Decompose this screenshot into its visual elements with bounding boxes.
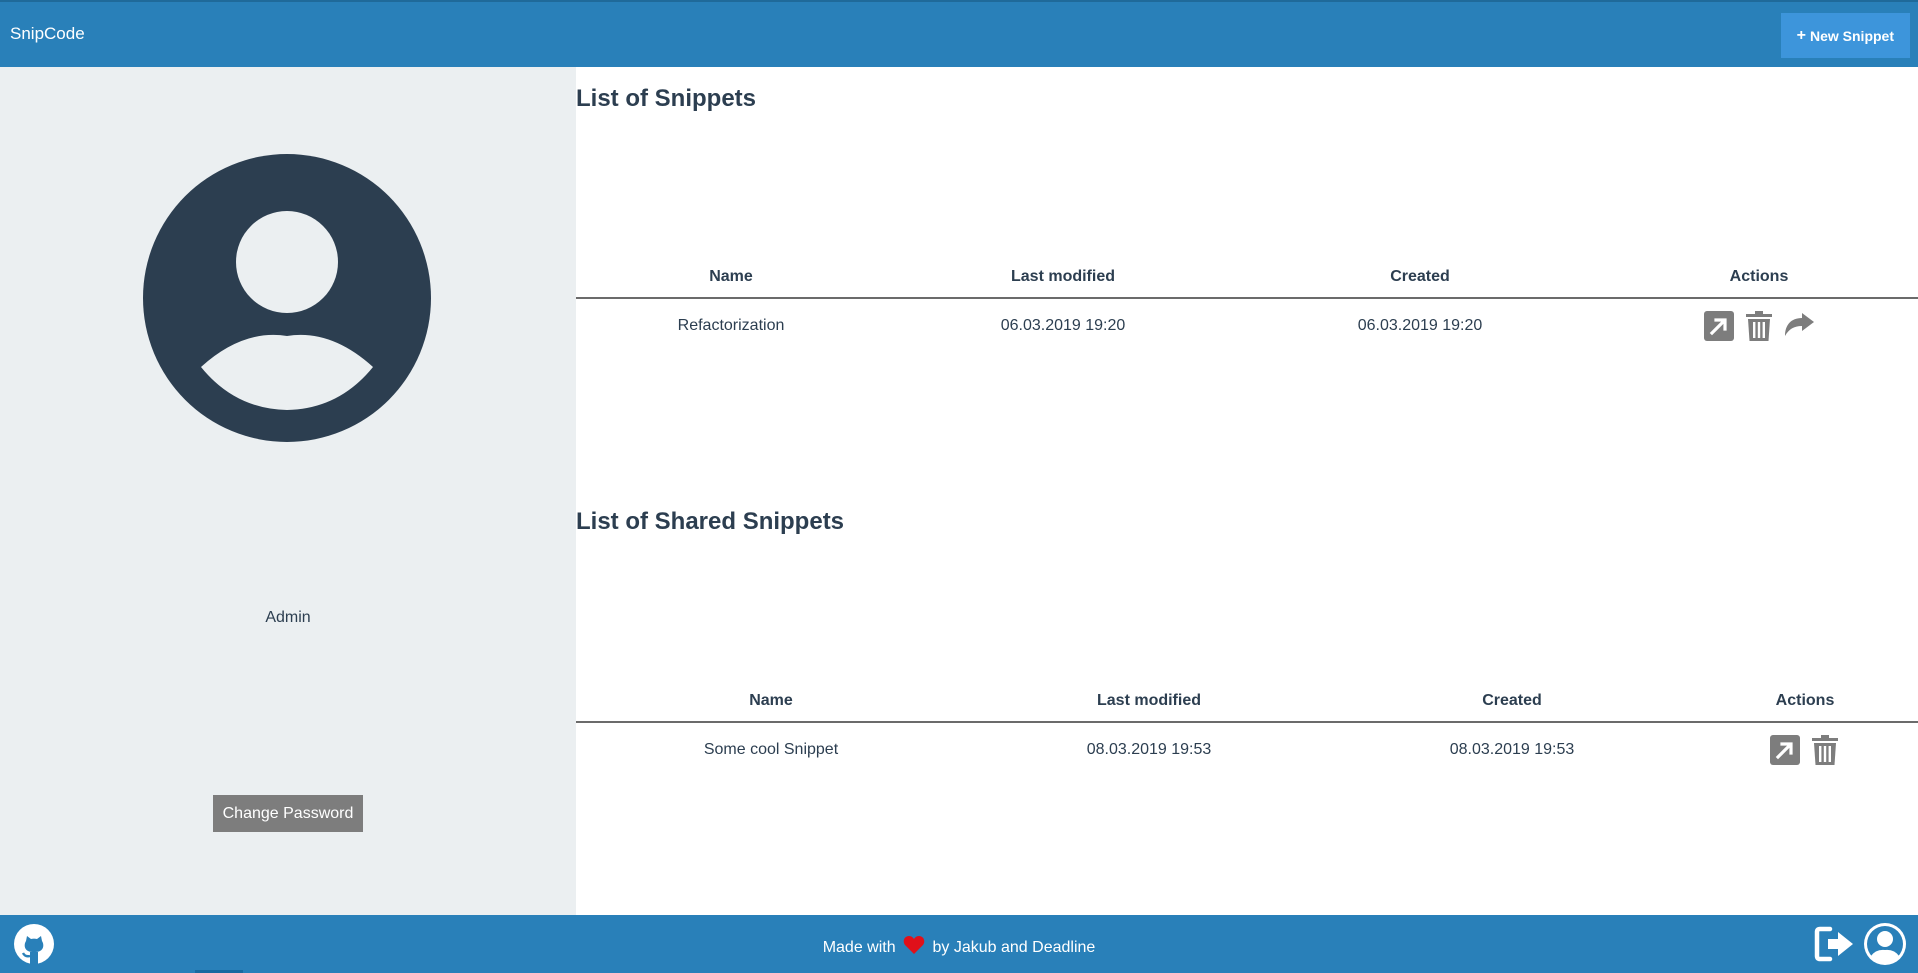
made-with-text: Made with xyxy=(822,939,896,956)
footer-credit: Made with by Jakub and Deadline xyxy=(0,935,1918,957)
shared-snippets-title: List of Shared Snippets xyxy=(576,508,845,535)
trash-icon[interactable] xyxy=(1743,310,1775,342)
plus-icon: + xyxy=(1796,26,1806,44)
snippet-last-modified: 08.03.2019 19:53 xyxy=(1086,741,1212,758)
avatar-icon xyxy=(143,154,431,442)
row-actions xyxy=(1769,734,1841,766)
change-password-button[interactable]: Change Password xyxy=(213,795,363,832)
by-authors-text: by Jakub and Deadline xyxy=(932,939,1096,956)
snippet-name[interactable]: Refactorization xyxy=(678,317,785,335)
snippet-created: 06.03.2019 19:20 xyxy=(1357,317,1483,334)
column-header-last-modified[interactable]: Last modified xyxy=(1011,268,1115,286)
profile-sidebar: Admin Change Password xyxy=(0,67,576,915)
username-label: Admin xyxy=(265,609,311,626)
shared-snippets-table: Name Last modified Created Actions Some … xyxy=(576,686,1918,778)
trash-icon[interactable] xyxy=(1809,734,1841,766)
column-header-created[interactable]: Created xyxy=(1390,268,1450,286)
brand-logo-text[interactable]: SnipCode xyxy=(10,24,85,44)
open-icon[interactable] xyxy=(1703,310,1735,342)
share-icon[interactable] xyxy=(1783,310,1815,342)
column-header-actions: Actions xyxy=(1729,268,1789,285)
column-header-name[interactable]: Name xyxy=(749,692,793,710)
heart-icon xyxy=(903,936,925,954)
table-row: Some cool Snippet 08.03.2019 19:53 08.03… xyxy=(576,723,1918,778)
open-icon[interactable] xyxy=(1769,734,1801,766)
main-content: List of Snippets Name Last modified Crea… xyxy=(576,67,1918,915)
column-header-actions: Actions xyxy=(1775,692,1835,709)
user-icon[interactable] xyxy=(1864,923,1906,965)
new-snippet-button[interactable]: + New Snippet xyxy=(1780,13,1910,58)
snippet-last-modified: 06.03.2019 19:20 xyxy=(1000,317,1126,334)
footer-bar: Made with by Jakub and Deadline xyxy=(0,915,1918,973)
logout-icon[interactable] xyxy=(1814,924,1856,964)
table-header: Name Last modified Created Actions xyxy=(576,262,1918,299)
table-header: Name Last modified Created Actions xyxy=(576,686,1918,723)
table-row: Refactorization 06.03.2019 19:20 06.03.2… xyxy=(576,299,1918,354)
snippets-title: List of Snippets xyxy=(576,85,756,112)
top-navbar: SnipCode + New Snippet xyxy=(0,0,1918,67)
column-header-created[interactable]: Created xyxy=(1482,692,1542,710)
column-header-name[interactable]: Name xyxy=(709,268,753,286)
row-actions xyxy=(1703,310,1815,342)
column-header-last-modified[interactable]: Last modified xyxy=(1097,692,1201,710)
snippet-created: 08.03.2019 19:53 xyxy=(1449,741,1575,758)
new-snippet-label: New Snippet xyxy=(1809,27,1894,44)
snippets-table: Name Last modified Created Actions Refac… xyxy=(576,262,1918,354)
snippet-name[interactable]: Some cool Snippet xyxy=(704,741,838,759)
